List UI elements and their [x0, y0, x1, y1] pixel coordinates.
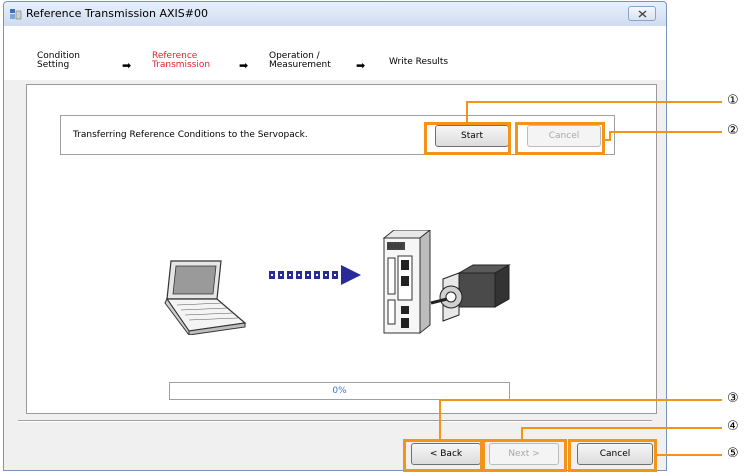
callout-3: ③ [727, 391, 739, 406]
callout-4: ④ [727, 419, 739, 434]
callout-2: ② [727, 123, 739, 138]
callout-5: ⑤ [727, 446, 739, 461]
callout-1: ① [727, 93, 739, 108]
callout-lines [439, 101, 722, 456]
